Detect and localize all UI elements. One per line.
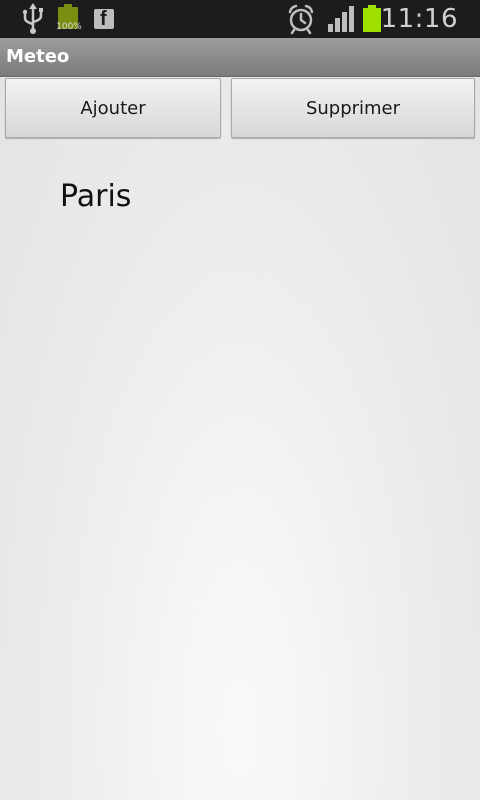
battery-notification-percent: 100% [56,22,82,32]
add-button[interactable]: Ajouter [5,78,221,138]
facebook-icon: f [94,0,116,38]
battery-icon [362,0,382,38]
city-list-item[interactable]: Paris [60,179,131,214]
status-bar: 100% f 11:16 [0,0,480,38]
alarm-icon [286,0,316,38]
signal-icon [326,0,356,38]
status-clock: 11:16 [380,4,458,34]
app-title-bar: Meteo [0,38,480,77]
app-title: Meteo [6,46,70,67]
main-content: Ajouter Supprimer Paris [0,77,480,800]
delete-button[interactable]: Supprimer [231,78,475,138]
usb-icon [20,0,46,38]
battery-full-notification-icon: 100% [54,0,84,38]
